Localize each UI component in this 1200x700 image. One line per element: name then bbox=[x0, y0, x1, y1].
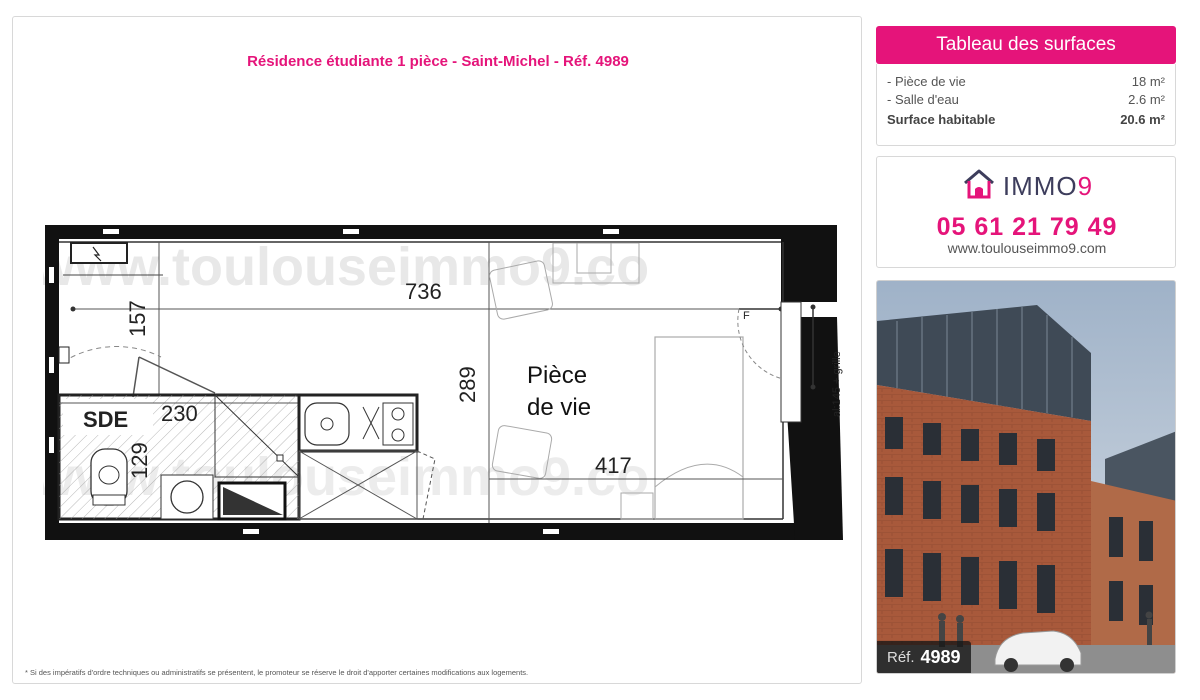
surface-label: - Salle d'eau bbox=[887, 92, 959, 107]
website-link[interactable]: www.toulouseimmo9.com bbox=[877, 240, 1177, 256]
agency-logo[interactable]: IMMO9 bbox=[877, 167, 1177, 206]
dimension-417: 417 bbox=[595, 453, 632, 478]
wall-bottom bbox=[45, 523, 841, 540]
bathroom-label: SDE bbox=[83, 407, 128, 432]
dimension-157: 157 bbox=[125, 300, 150, 337]
surfaces-table-header: Tableau des surfaces bbox=[876, 26, 1176, 64]
reference-label: Réf. bbox=[887, 648, 915, 666]
room-label-line2: de vie bbox=[527, 394, 591, 421]
bed bbox=[654, 336, 744, 520]
surface-value: 18 m² bbox=[1131, 74, 1165, 89]
building-illustration bbox=[877, 281, 1175, 673]
surface-row-bathroom: - Salle d'eau 2.6 m² bbox=[887, 91, 1165, 109]
surface-row-total: Surface habitable 20.6 m² bbox=[887, 111, 1165, 129]
surface-label: - Pièce de vie bbox=[887, 74, 966, 89]
reference-badge: Réf. 4989 bbox=[877, 641, 971, 673]
dimension-736: 736 bbox=[405, 279, 442, 304]
dimension-129: 129 bbox=[127, 442, 152, 479]
fire-marker: F bbox=[743, 310, 750, 322]
wall-top bbox=[45, 225, 837, 239]
surface-row-living: - Pièce de vie 18 m² bbox=[887, 73, 1165, 91]
plan-title: Résidence étudiante 1 pièce - Saint-Mich… bbox=[247, 53, 629, 70]
legal-footnote: * Si des impératifs d'ordre techniques o… bbox=[25, 668, 529, 677]
phone-number[interactable]: 05 61 21 79 49 bbox=[877, 213, 1177, 242]
floor-plan-panel: Résidence étudiante 1 pièce - Saint-Mich… bbox=[12, 16, 862, 684]
wall-right-top bbox=[781, 225, 837, 302]
dimension-289: 289 bbox=[455, 366, 480, 403]
window-label: al:145 + grille bbox=[831, 351, 843, 417]
floor-plan-drawing: www.toulouseimmo9.co www.toulouseimmo9.c… bbox=[32, 225, 843, 540]
logo-text-main: IMMO bbox=[1002, 171, 1078, 201]
surface-total-label: Surface habitable bbox=[887, 112, 996, 127]
logo-text: IMMO9 bbox=[1003, 171, 1093, 202]
building-photo: Réf. 4989 bbox=[876, 280, 1176, 674]
room-label-line1: Pièce bbox=[527, 362, 587, 389]
house-icon bbox=[961, 167, 997, 206]
electrical-panel bbox=[70, 242, 128, 264]
surfaces-table: - Pièce de vie 18 m² - Salle d'eau 2.6 m… bbox=[876, 64, 1176, 146]
dimension-230: 230 bbox=[161, 401, 198, 426]
reference-number: 4989 bbox=[920, 646, 961, 667]
surface-total-value: 20.6 m² bbox=[1120, 112, 1165, 127]
floor-plan: www.toulouseimmo9.co www.toulouseimmo9.c… bbox=[32, 207, 853, 552]
logo-text-nine: 9 bbox=[1077, 171, 1094, 201]
watermark-text-top: www.toulouseimmo9.co bbox=[43, 237, 649, 297]
agency-contact-box: IMMO9 05 61 21 79 49 www.toulouseimmo9.c… bbox=[876, 156, 1176, 268]
surface-value: 2.6 m² bbox=[1128, 92, 1165, 107]
